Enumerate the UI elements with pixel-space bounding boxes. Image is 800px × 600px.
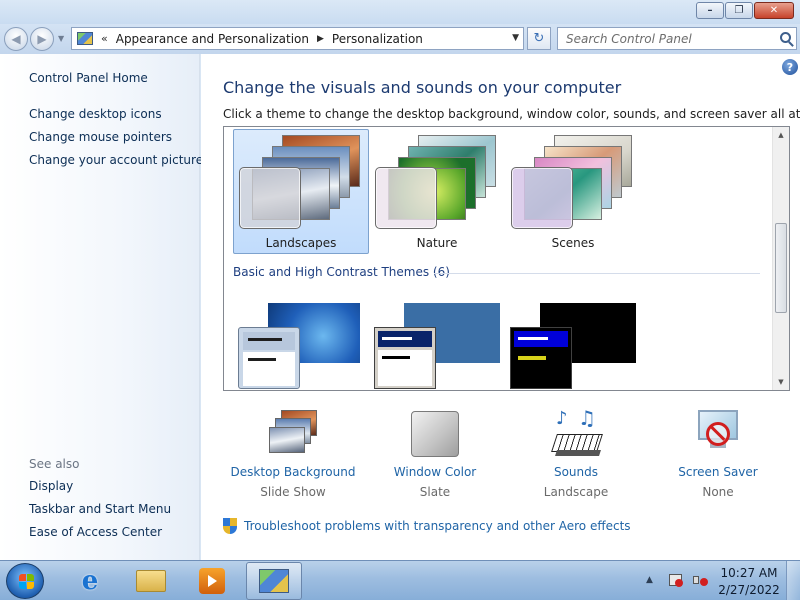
taskbar-control-panel[interactable]	[246, 562, 302, 600]
shield-icon	[223, 518, 237, 534]
show-desktop-button[interactable]	[786, 561, 800, 600]
sounds-value: Landscape	[543, 485, 609, 499]
close-button[interactable]: ✕	[754, 2, 794, 19]
theme-list[interactable]: Landscapes Nature Scenes Basic and High …	[223, 126, 790, 391]
window-controls: – ❐ ✕	[696, 2, 794, 19]
forward-button[interactable]: ▶	[30, 27, 54, 51]
theme-windows-7-basic[interactable]	[233, 299, 369, 389]
see-also-heading: See also	[29, 457, 80, 471]
sidebar-ease-of-access[interactable]: Ease of Access Center	[29, 525, 162, 539]
aero-troubleshoot-text[interactable]: Troubleshoot problems with transparency …	[244, 519, 631, 533]
aero-troubleshoot-link[interactable]: Troubleshoot problems with transparency …	[223, 518, 631, 534]
sidebar-change-mouse-pointers[interactable]: Change mouse pointers	[29, 130, 172, 144]
sounds-setting[interactable]: ♪ ♫ Sounds Landscape	[506, 406, 646, 499]
desktop-background-link[interactable]: Desktop Background	[223, 465, 363, 479]
sounds-link[interactable]: Sounds	[506, 465, 646, 479]
search-box[interactable]	[557, 27, 797, 50]
system-clock[interactable]: 10:27 AM 2/27/2022	[716, 565, 782, 599]
window-color-preview	[511, 167, 573, 229]
window-title-bar[interactable]: – ❐ ✕	[0, 0, 800, 24]
breadcrumb-appearance[interactable]: Appearance and Personalization	[116, 32, 309, 46]
sidebar-taskbar-start-menu[interactable]: Taskbar and Start Menu	[29, 502, 171, 516]
search-icon[interactable]	[780, 32, 791, 43]
basic-themes-heading: Basic and High Contrast Themes (6)	[233, 265, 450, 279]
page-title: Change the visuals and sounds on your co…	[223, 78, 622, 97]
basic-window-preview	[510, 327, 572, 389]
theme-label: Scenes	[551, 236, 595, 250]
navigation-bar: ◀ ▶ ▼ « Appearance and Personalization ▶…	[0, 24, 800, 54]
theme-high-contrast[interactable]	[505, 299, 641, 389]
page-description: Click a theme to change the desktop back…	[223, 107, 800, 121]
taskbar-media-player[interactable]	[184, 562, 240, 600]
taskbar: e ▲ 10:27 AM 2/27/2022	[0, 560, 800, 600]
breadcrumb-personalization[interactable]: Personalization	[332, 32, 423, 46]
desktop-background-value: Slide Show	[260, 485, 326, 499]
window-color-preview	[239, 167, 301, 229]
help-icon[interactable]: ?	[782, 59, 798, 75]
control-panel-icon	[259, 569, 289, 593]
window-color-icon[interactable]	[409, 408, 461, 458]
sidebar: Control Panel Home Change desktop icons …	[0, 54, 203, 560]
window-color-setting[interactable]: Window Color Slate	[365, 408, 505, 499]
scroll-up-button[interactable]: ▲	[773, 127, 789, 143]
breadcrumb-separator-icon[interactable]: ▶	[317, 34, 324, 44]
theme-label: Landscapes	[265, 236, 337, 250]
theme-nature[interactable]: Nature	[369, 129, 505, 254]
theme-scenes[interactable]: Scenes	[505, 129, 641, 254]
sidebar-control-panel-home[interactable]: Control Panel Home	[29, 71, 148, 85]
scroll-down-button[interactable]: ▼	[773, 374, 789, 390]
show-hidden-icons-button[interactable]: ▲	[646, 575, 653, 585]
theme-landscapes[interactable]: Landscapes	[233, 129, 369, 254]
control-panel-icon	[77, 32, 93, 45]
sidebar-change-account-picture[interactable]: Change your account picture	[29, 153, 203, 167]
start-button[interactable]	[6, 563, 44, 599]
main-content: ? Change the visuals and sounds on your …	[201, 54, 800, 560]
recent-pages-dropdown[interactable]: ▼	[58, 34, 64, 43]
breadcrumb-overflow[interactable]: «	[101, 32, 108, 45]
theme-list-scrollbar[interactable]: ▲ ▼	[772, 127, 789, 390]
folder-icon	[136, 570, 166, 592]
minimize-button[interactable]: –	[696, 2, 724, 19]
theme-label: Nature	[416, 236, 458, 250]
screen-saver-value: None	[702, 485, 734, 499]
address-dropdown-icon[interactable]: ▼	[512, 33, 519, 43]
theme-windows-classic[interactable]	[369, 299, 505, 389]
screen-saver-link[interactable]: Screen Saver	[648, 465, 788, 479]
window-color-value: Slate	[419, 485, 451, 499]
taskbar-windows-explorer[interactable]	[123, 562, 179, 600]
sidebar-display[interactable]: Display	[29, 479, 73, 493]
window-color-preview	[375, 167, 437, 229]
window-color-link[interactable]: Window Color	[365, 465, 505, 479]
group-divider	[434, 273, 760, 274]
maximize-button[interactable]: ❐	[725, 2, 753, 19]
refresh-button[interactable]: ↻	[527, 27, 551, 50]
clock-date: 2/27/2022	[718, 583, 780, 597]
back-button[interactable]: ◀	[4, 27, 28, 51]
media-player-icon	[199, 568, 225, 594]
basic-window-preview	[374, 327, 436, 389]
screen-saver-icon[interactable]	[692, 408, 744, 458]
clock-time: 10:27 AM	[720, 566, 778, 580]
screen-saver-setting[interactable]: Screen Saver None	[648, 408, 788, 499]
scroll-thumb[interactable]	[775, 223, 787, 313]
action-center-icon[interactable]	[668, 572, 684, 588]
volume-muted-icon[interactable]	[692, 572, 708, 588]
basic-window-preview	[238, 327, 300, 389]
sidebar-change-desktop-icons[interactable]: Change desktop icons	[29, 107, 162, 121]
taskbar-internet-explorer[interactable]: e	[62, 562, 118, 600]
sounds-icon[interactable]: ♪ ♫	[550, 406, 603, 458]
desktop-background-setting[interactable]: Desktop Background Slide Show	[223, 408, 363, 499]
address-bar[interactable]: « Appearance and Personalization ▶ Perso…	[71, 27, 524, 50]
internet-explorer-icon: e	[81, 566, 99, 596]
search-input[interactable]	[558, 28, 768, 49]
desktop-background-icon[interactable]	[267, 408, 319, 458]
